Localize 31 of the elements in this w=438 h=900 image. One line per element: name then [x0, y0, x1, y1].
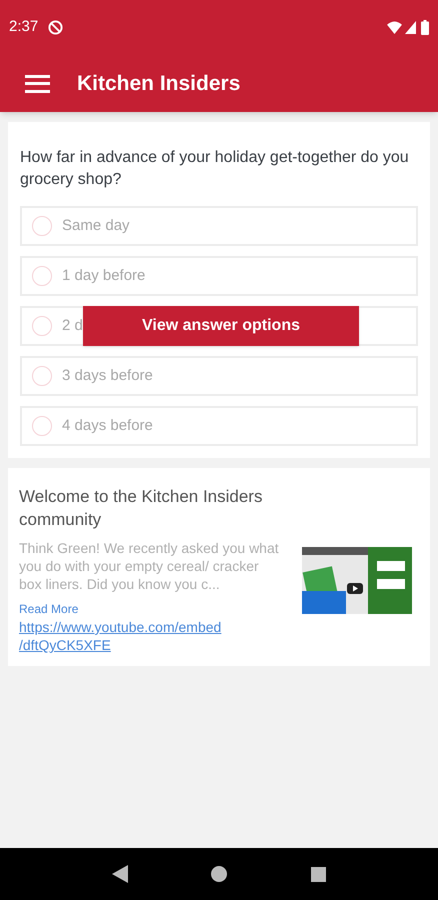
radio-button[interactable] [32, 416, 52, 436]
wifi-icon [387, 21, 402, 34]
recents-icon[interactable] [311, 866, 326, 882]
option-label: 3 days before [62, 366, 153, 386]
answer-option[interactable]: Same day [20, 206, 418, 246]
app-title: Kitchen Insiders [77, 70, 240, 97]
cell-signal-icon [405, 21, 416, 34]
radio-button[interactable] [32, 366, 52, 386]
option-label: 2 d [62, 316, 83, 336]
battery-icon [421, 20, 429, 35]
answer-option[interactable]: 2 d View answer options [20, 306, 418, 346]
do-not-disturb-icon [48, 20, 64, 35]
answer-option[interactable]: 3 days before [20, 356, 418, 396]
read-more-link[interactable]: Read More [19, 600, 78, 618]
radio-button[interactable] [32, 266, 52, 286]
video-link[interactable]: https://www.youtube.com/embed /dftQyCK5XFE [19, 618, 297, 654]
answer-option[interactable]: 1 day before [20, 256, 418, 296]
home-icon[interactable] [211, 866, 228, 882]
back-icon[interactable] [112, 865, 128, 883]
answer-option[interactable]: 4 days before [20, 406, 418, 446]
radio-button[interactable] [32, 216, 52, 236]
option-label: Same day [62, 216, 130, 236]
status-time: 2:37 [9, 17, 38, 38]
menu-button[interactable] [25, 74, 50, 94]
post-excerpt: Think Green! We recently asked you what you do with your empty cereal/ cracker box liners. Did you know you c... [19, 539, 280, 593]
option-label: 1 day before [62, 266, 146, 286]
option-label: 4 days before [62, 416, 153, 436]
view-options-button[interactable]: View answer options [83, 306, 359, 346]
poll-question: How far in advance of your holiday get-together do you grocery shop? [20, 148, 410, 190]
radio-button[interactable] [32, 316, 52, 336]
post-title: Welcome to the Kitchen Insiders community [19, 486, 264, 531]
